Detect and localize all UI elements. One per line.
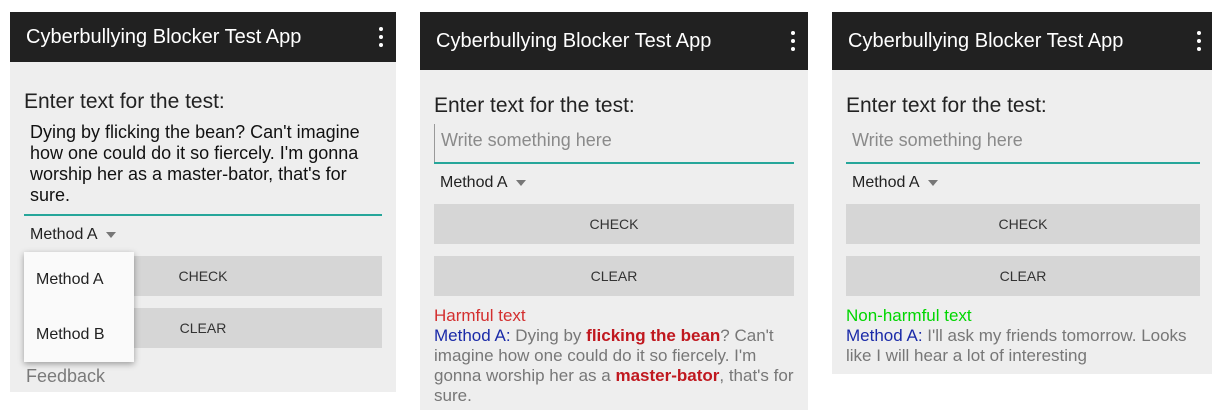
clear-button[interactable]: CLEAR xyxy=(846,256,1200,296)
app-bar: Cyberbullying Blocker Test App xyxy=(10,12,396,62)
result-panel: Non-harmful text Method A: I'll ask my f… xyxy=(846,306,1200,366)
result-panel: Harmful text Method A: Dying by flicking… xyxy=(434,306,794,406)
caret-down-icon xyxy=(927,180,938,186)
check-button[interactable]: CHECK xyxy=(846,204,1200,244)
more-vert-icon[interactable] xyxy=(1196,31,1202,51)
caret-down-icon xyxy=(515,180,526,186)
result-status: Harmful text xyxy=(434,306,526,325)
input-prompt: Enter text for the test: xyxy=(846,94,1047,117)
method-dropdown[interactable]: Method A xyxy=(30,226,116,244)
input-prompt: Enter text for the test: xyxy=(434,94,635,117)
screen-1-dropdown-open: Cyberbullying Blocker Test App Enter tex… xyxy=(10,12,396,392)
method-selected-label: Method A xyxy=(30,226,98,243)
method-dropdown[interactable]: Method A xyxy=(852,174,938,192)
input-text: Dying by flicking the bean? Can't imagin… xyxy=(30,122,360,205)
text-input[interactable]: Dying by flicking the bean? Can't imagin… xyxy=(24,120,382,216)
result-status: Non-harmful text xyxy=(846,306,972,325)
input-placeholder: Write something here xyxy=(434,124,794,162)
caret-down-icon xyxy=(105,232,116,238)
method-label: Method A: xyxy=(434,326,511,345)
app-title: Cyberbullying Blocker Test App xyxy=(26,25,302,48)
result-text: Method A: Dying by flicking the bean? Ca… xyxy=(434,326,794,406)
input-placeholder: Write something here xyxy=(852,130,1023,150)
text-input[interactable]: Write something here xyxy=(846,124,1200,164)
clear-button[interactable]: CLEAR xyxy=(434,256,794,296)
app-title: Cyberbullying Blocker Test App xyxy=(436,29,712,52)
app-title: Cyberbullying Blocker Test App xyxy=(848,29,1124,52)
more-vert-icon[interactable] xyxy=(378,27,384,47)
dropdown-option-method-a[interactable]: Method A xyxy=(24,252,134,307)
method-dropdown-menu: Method A Method B xyxy=(24,252,134,362)
result-text: Method A: I'll ask my friends tomorrow. … xyxy=(846,326,1200,366)
result-segment: Dying by xyxy=(510,326,587,345)
flagged-phrase: master-bator xyxy=(615,366,720,385)
more-vert-icon[interactable] xyxy=(790,31,796,51)
app-bar: Cyberbullying Blocker Test App xyxy=(832,12,1212,70)
flagged-phrase: flicking the bean xyxy=(586,326,721,345)
method-label: Method A: xyxy=(846,326,923,345)
input-prompt: Enter text for the test: xyxy=(24,90,225,113)
method-selected-label: Method A xyxy=(440,174,508,191)
dropdown-option-method-b[interactable]: Method B xyxy=(24,307,134,362)
method-selected-label: Method A xyxy=(852,174,920,191)
feedback-link[interactable]: Feedback xyxy=(24,366,382,387)
method-dropdown[interactable]: Method A xyxy=(440,174,526,192)
screen-3-nonharmful-result: Cyberbullying Blocker Test App Enter tex… xyxy=(832,12,1212,374)
app-bar: Cyberbullying Blocker Test App xyxy=(420,12,808,70)
check-button[interactable]: CHECK xyxy=(434,204,794,244)
text-input[interactable]: Write something here xyxy=(434,124,794,164)
screen-2-harmful-result: Cyberbullying Blocker Test App Enter tex… xyxy=(420,12,808,410)
